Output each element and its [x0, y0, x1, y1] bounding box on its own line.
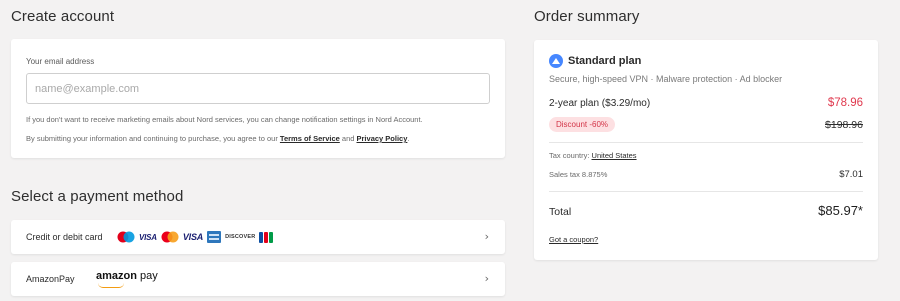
terms-note: By submitting your information and conti…	[26, 134, 409, 143]
privacy-policy-link[interactable]: Privacy Policy	[357, 134, 408, 143]
plan-description: Secure, high-speed VPN · Malware protect…	[549, 74, 783, 84]
tax-country-label: Tax country:	[549, 151, 590, 160]
divider	[549, 191, 863, 192]
coupon-link[interactable]: Got a coupon?	[549, 235, 598, 244]
terms-and: and	[341, 134, 355, 143]
chevron-right-icon: ›	[484, 272, 489, 285]
maestro-icon	[117, 231, 135, 243]
plan-term: 2-year plan ($3.29/mo)	[549, 98, 651, 109]
tax-country: Tax country: United States	[549, 151, 637, 160]
total-amount: $85.97*	[818, 203, 863, 218]
chevron-right-icon: ›	[484, 230, 489, 243]
payment-heading: Select a payment method	[11, 188, 184, 205]
visa-icon: VISA	[182, 232, 204, 242]
amazon-pay-logo-icon: amazon pay	[96, 270, 158, 288]
mastercard-icon	[161, 231, 179, 243]
visa-icon: VISA	[139, 232, 157, 242]
payment-option-card[interactable]: Credit or debit card VISA VISA DISCOVER …	[11, 220, 505, 254]
jcb-icon	[259, 231, 274, 243]
nordvpn-icon	[549, 54, 563, 68]
card-logos: VISA VISA DISCOVER	[117, 231, 274, 243]
amazon-logo-pay: pay	[136, 270, 158, 282]
sales-tax-label: Sales tax 8.875%	[549, 170, 608, 179]
discover-icon: DISCOVER	[225, 234, 256, 240]
email-input[interactable]	[26, 73, 490, 104]
amex-icon	[207, 231, 222, 243]
divider	[549, 142, 863, 143]
sales-tax-amount: $7.01	[839, 169, 863, 180]
payment-option-amazonpay[interactable]: AmazonPay amazon pay ›	[11, 262, 505, 296]
account-card: Your email address If you don't want to …	[11, 39, 505, 158]
amazon-logo-word: amazon	[96, 270, 137, 282]
terms-suffix: .	[407, 134, 410, 143]
terms-of-service-link[interactable]: Terms of Service	[280, 134, 340, 143]
marketing-note: If you don't want to receive marketing e…	[26, 115, 423, 124]
tax-country-link[interactable]: United States	[592, 151, 637, 160]
create-account-heading: Create account	[11, 8, 115, 25]
original-price: $198.96	[825, 119, 863, 131]
amazon-smile-icon	[98, 283, 124, 288]
order-summary-card: Standard plan Secure, high-speed VPN · M…	[534, 40, 878, 260]
discount-badge: Discount -60%	[549, 117, 616, 132]
plan-price: $78.96	[827, 97, 863, 109]
plan-name: Standard plan	[568, 55, 642, 67]
payment-option-amazonpay-label: AmazonPay	[26, 274, 75, 284]
email-label: Your email address	[26, 57, 95, 66]
terms-prefix: By submitting your information and conti…	[26, 134, 278, 143]
payment-option-card-label: Credit or debit card	[26, 232, 103, 242]
total-label: Total	[549, 206, 572, 218]
order-summary-heading: Order summary	[534, 8, 640, 25]
